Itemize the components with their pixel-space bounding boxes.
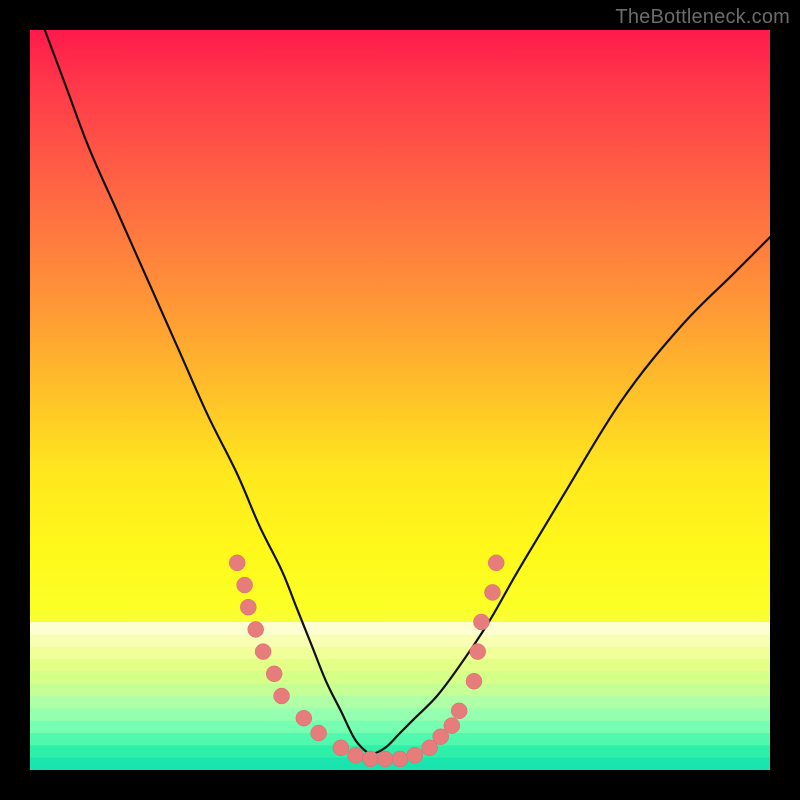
gradient-band bbox=[30, 708, 770, 721]
data-point bbox=[444, 718, 460, 734]
data-point bbox=[377, 751, 393, 767]
gradient-band bbox=[30, 671, 770, 684]
data-point bbox=[229, 555, 245, 571]
chart-container: TheBottleneck.com bbox=[0, 0, 800, 800]
data-point bbox=[362, 751, 378, 767]
data-point bbox=[392, 751, 408, 767]
data-point bbox=[248, 621, 264, 637]
data-point bbox=[333, 740, 349, 756]
data-point bbox=[485, 584, 501, 600]
data-point bbox=[237, 577, 253, 593]
data-point bbox=[296, 710, 312, 726]
gradient-band bbox=[30, 733, 770, 746]
gradient-band bbox=[30, 684, 770, 697]
data-point bbox=[311, 725, 327, 741]
data-point bbox=[451, 703, 467, 719]
color-bands bbox=[30, 622, 770, 770]
data-point bbox=[266, 666, 282, 682]
data-point bbox=[488, 555, 504, 571]
gradient-band bbox=[30, 696, 770, 709]
curves-svg bbox=[30, 30, 770, 770]
plot-area bbox=[30, 30, 770, 770]
gradient-band bbox=[30, 634, 770, 647]
data-point bbox=[473, 614, 489, 630]
data-point bbox=[407, 747, 423, 763]
data-point bbox=[255, 644, 271, 660]
data-point bbox=[348, 747, 364, 763]
gradient-band bbox=[30, 659, 770, 672]
data-point bbox=[466, 673, 482, 689]
gradient-band bbox=[30, 647, 770, 660]
data-point bbox=[240, 599, 256, 615]
gradient-band bbox=[30, 622, 770, 635]
data-point bbox=[274, 688, 290, 704]
data-point bbox=[470, 644, 486, 660]
watermark-text: TheBottleneck.com bbox=[615, 6, 790, 29]
